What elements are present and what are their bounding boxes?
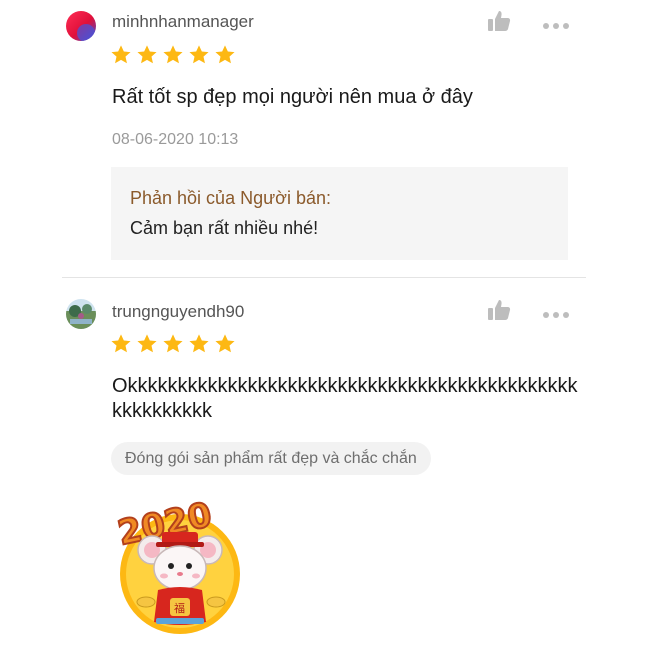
star-icon xyxy=(163,45,183,64)
svg-text:福: 福 xyxy=(174,601,185,615)
username[interactable]: trungnguyendh90 xyxy=(112,302,244,322)
star-icon xyxy=(111,45,131,64)
review-item: minhnhanmanager Rất tốt sp đẹp mọi người… xyxy=(0,0,648,277)
review-comment: Okkkkkkkkkkkkkkkkkkkkkkkkkkkkkkkkkkkkkkk… xyxy=(112,375,578,422)
star-icon xyxy=(137,334,157,353)
thumbs-up-icon[interactable] xyxy=(487,10,511,32)
avatar-gradient-icon xyxy=(66,11,96,41)
avatar-landscape-icon xyxy=(66,299,96,329)
review-timestamp: 08-06-2020 10:13 xyxy=(112,131,239,148)
star-icon xyxy=(215,334,235,353)
review-comment: Rất tốt sp đẹp mọi người nên mua ở đây xyxy=(112,86,473,108)
star-icon xyxy=(137,45,157,64)
sticker-image: 2020 福 xyxy=(112,494,250,638)
star-icon xyxy=(189,45,209,64)
more-options-icon[interactable] xyxy=(542,17,570,29)
user-avatar[interactable] xyxy=(66,11,96,41)
username[interactable]: minhnhanmanager xyxy=(112,12,254,32)
star-icon xyxy=(111,334,131,353)
user-avatar[interactable] xyxy=(66,299,96,329)
seller-reply-box: Phản hồi của Người bán: Cảm bạn rất nhiề… xyxy=(111,167,568,260)
seller-reply-title: Phản hồi của Người bán: xyxy=(130,188,331,208)
star-icon xyxy=(189,334,209,353)
seller-reply-text: Cảm bạn rất nhiều nhé! xyxy=(130,218,319,238)
review-tag[interactable]: Đóng gói sản phẩm rất đẹp và chắc chắn xyxy=(111,442,431,475)
star-icon xyxy=(215,45,235,64)
more-options-icon[interactable] xyxy=(542,306,570,318)
thumbs-up-icon[interactable] xyxy=(487,299,511,321)
star-rating xyxy=(110,333,236,355)
star-rating xyxy=(110,44,236,66)
star-icon xyxy=(163,334,183,353)
